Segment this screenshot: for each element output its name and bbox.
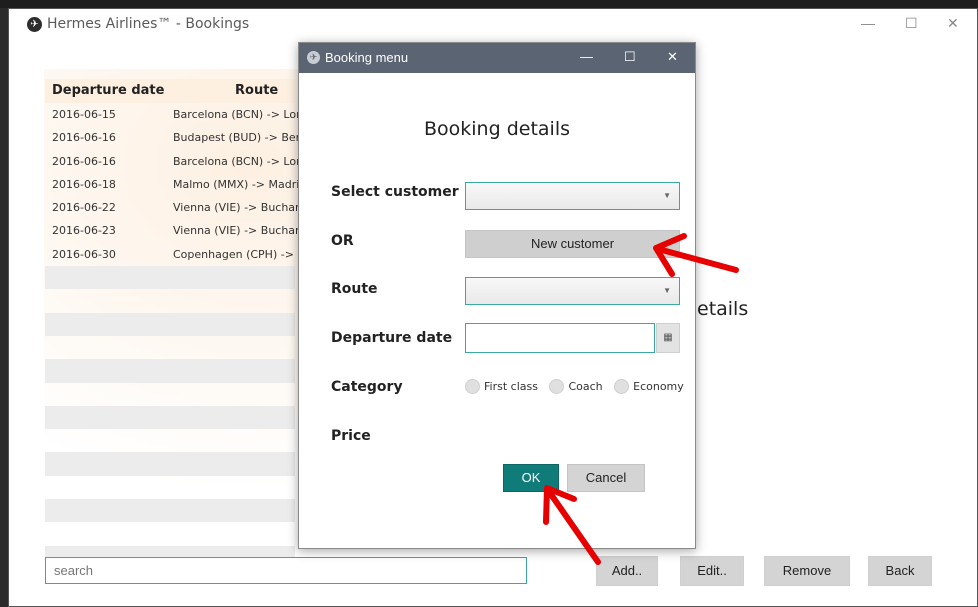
cell-departure-date: 2016-06-23 xyxy=(52,224,116,238)
departure-date-label: Departure date xyxy=(331,330,453,346)
search-input[interactable] xyxy=(46,558,542,583)
select-customer-label: Select customer xyxy=(331,184,459,200)
table-row[interactable]: 2016-06-23 Vienna (VIE) -> Buchare xyxy=(45,219,306,242)
minimize-button[interactable]: — xyxy=(861,15,875,31)
empty-table-row xyxy=(45,359,295,383)
empty-table-row xyxy=(45,289,295,312)
route-label: Route xyxy=(331,281,378,297)
or-label: OR xyxy=(331,233,354,249)
table-header: Departure date Route xyxy=(45,79,295,103)
cell-route: Vienna (VIE) -> Buchare xyxy=(173,224,307,238)
remove-button[interactable]: Remove xyxy=(764,556,850,586)
maximize-button[interactable]: ☐ xyxy=(905,15,918,32)
empty-table-row xyxy=(45,522,295,545)
cell-route: Barcelona (BCN) -> Lon xyxy=(173,154,304,168)
table-row[interactable]: 2016-06-30 Copenhagen (CPH) -> M xyxy=(45,243,307,266)
back-button[interactable]: Back xyxy=(868,556,932,586)
cell-departure-date: 2016-06-18 xyxy=(52,177,116,191)
table-row[interactable]: 2016-06-16 Barcelona (BCN) -> Lon xyxy=(45,150,303,173)
radio-label-economy: Economy xyxy=(633,380,684,393)
category-radio-group: First class Coach Economy xyxy=(465,379,692,394)
empty-table-row xyxy=(45,383,295,406)
price-label: Price xyxy=(331,428,371,444)
main-titlebar: ✈ Hermes Airlines™ - Bookings — ☐ ✕ xyxy=(9,9,977,39)
background-taskbar xyxy=(0,0,978,8)
empty-table-row xyxy=(45,429,295,452)
cell-departure-date: 2016-06-16 xyxy=(52,154,116,168)
dialog-title: Booking menu xyxy=(325,50,409,65)
dialog-close-button[interactable]: ✕ xyxy=(667,49,678,65)
add-button[interactable]: Add.. xyxy=(596,556,658,586)
chevron-down-icon: ▼ xyxy=(663,191,671,200)
search-field[interactable] xyxy=(45,557,542,584)
route-dropdown[interactable]: ▼ xyxy=(465,277,680,305)
cell-departure-date: 2016-06-15 xyxy=(52,108,116,121)
empty-table-row xyxy=(45,266,295,290)
radio-economy[interactable] xyxy=(614,379,630,394)
airline-logo-icon: ✈ xyxy=(307,51,320,64)
empty-table-row xyxy=(45,405,295,430)
dialog-titlebar: ✈ Booking menu — ☐ ✕ xyxy=(299,43,695,73)
cell-route: Copenhagen (CPH) -> M xyxy=(173,247,307,261)
departure-date-input[interactable] xyxy=(465,323,655,353)
ok-button[interactable]: OK xyxy=(503,464,559,492)
cancel-button[interactable]: Cancel xyxy=(567,464,645,492)
dialog-minimize-button[interactable]: — xyxy=(580,49,593,64)
table-row[interactable]: 2016-06-18 Malmo (MMX) -> Madri xyxy=(45,173,299,196)
chevron-down-icon: ▼ xyxy=(663,286,671,295)
column-header-departure-date[interactable]: Departure date xyxy=(52,83,164,98)
radio-first-class[interactable] xyxy=(465,379,480,394)
new-customer-button[interactable]: New customer xyxy=(465,230,680,258)
cell-route: Barcelona (BCN) -> Lon xyxy=(173,108,304,121)
empty-table-row xyxy=(45,452,295,476)
cell-route: Vienna (VIE) -> Buchare xyxy=(173,201,307,215)
close-button[interactable]: ✕ xyxy=(947,15,959,32)
radio-coach[interactable] xyxy=(549,379,565,394)
cell-departure-date: 2016-06-16 xyxy=(52,131,116,145)
column-header-route[interactable]: Route xyxy=(235,83,278,98)
radio-label-first-class: First class xyxy=(484,380,538,393)
cell-departure-date: 2016-06-30 xyxy=(52,247,116,261)
category-label: Category xyxy=(331,379,403,395)
calendar-icon[interactable]: ▦ xyxy=(656,323,680,353)
empty-table-row xyxy=(45,336,295,359)
table-row[interactable]: 2016-06-15 Barcelona (BCN) -> Lon xyxy=(45,103,303,126)
window-title: Hermes Airlines™ - Bookings xyxy=(47,16,250,32)
empty-table-row xyxy=(45,499,295,523)
select-customer-dropdown[interactable]: ▼ xyxy=(465,182,680,210)
cell-route: Malmo (MMX) -> Madri xyxy=(173,177,300,191)
table-row[interactable]: 2016-06-16 Budapest (BUD) -> Berli xyxy=(45,126,306,149)
airline-logo-icon: ✈ xyxy=(27,17,42,32)
cell-departure-date: 2016-06-22 xyxy=(52,201,116,215)
empty-table-row xyxy=(45,476,295,499)
dialog-heading: Booking details xyxy=(423,118,570,140)
booking-menu-dialog: ✈ Booking menu — ☐ ✕ Booking details Sel… xyxy=(298,42,696,549)
background-details-heading: etails xyxy=(697,298,749,320)
empty-table-row xyxy=(45,312,295,336)
edit-button[interactable]: Edit.. xyxy=(680,556,744,586)
cell-route: Budapest (BUD) -> Berli xyxy=(173,131,307,145)
radio-label-coach: Coach xyxy=(568,380,603,393)
dialog-maximize-button[interactable]: ☐ xyxy=(624,49,636,65)
table-row[interactable]: 2016-06-22 Vienna (VIE) -> Buchare xyxy=(45,196,306,219)
bookings-table: Departure date Route 2016-06-15 Barcelon… xyxy=(45,79,307,569)
